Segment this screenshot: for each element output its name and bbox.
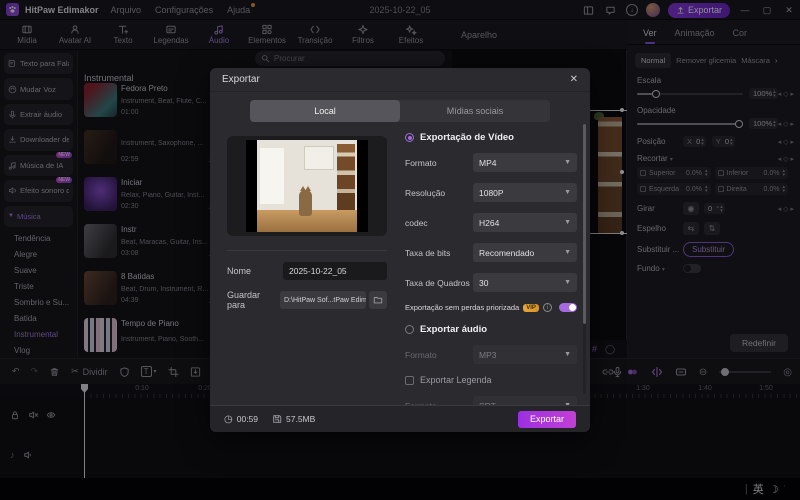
taxa-bits-select[interactable]: Recomendado ▼ [473,243,577,262]
resolucao-select[interactable]: 1080P ▼ [473,183,577,202]
dialog-scrollbar[interactable] [583,124,586,394]
export-target-tabs: Local Mídias sociais [250,100,550,122]
export-confirm-button[interactable]: Exportar [518,410,576,428]
guardar-para-label: Guardar para [227,290,261,310]
app-window: HitPaw Edimakor Arquivo Configurações Aj… [0,0,800,500]
chevron-down-icon: ▼ [564,219,571,226]
tab-local[interactable]: Local [250,100,400,122]
export-preview-thumbnail [227,136,387,236]
taxa-bits-label: Taxa de bits [405,247,451,258]
save-path-field[interactable]: D:\HitPaw Sof...tPaw Edimakor [280,291,366,309]
codec-label: codec [405,217,428,228]
video-export-label: Exportação de Vídeo [420,132,514,143]
audio-formato-select[interactable]: MP3 ▼ [473,345,577,364]
video-export-radio[interactable] [405,133,414,142]
export-duration: ◷ 00:59 [224,413,259,425]
chevron-down-icon: ▼ [564,159,571,166]
disk-icon [273,415,282,423]
audio-formato-label: Formato [405,349,437,360]
clock-icon: ◷ [224,413,233,425]
audio-export-label: Exportar áudio [420,324,488,335]
vip-badge: VIP [523,303,539,312]
codec-select[interactable]: H264 ▼ [473,213,577,232]
folder-icon [373,297,383,304]
info-icon[interactable]: i [542,303,552,312]
chevron-down-icon: ▼ [564,189,571,196]
dialog-title: Exportar [222,74,260,85]
chevron-down-icon: ▼ [564,279,571,286]
taxa-quadros-select[interactable]: 30 ▼ [473,273,577,292]
cat-subject [299,186,312,216]
dialog-close-icon[interactable]: ✕ [570,74,578,85]
legend-label: Exportar Legenda [420,375,492,385]
nome-label: Nome [227,266,252,276]
audio-export-radio[interactable] [405,325,414,334]
chevron-down-icon: ▼ [564,249,571,256]
lossless-toggle[interactable] [559,303,577,312]
video-frame-preview [246,140,368,232]
export-filesize: 57.5MB [272,414,315,424]
legend-checkbox[interactable] [405,375,414,385]
formato-label: Formato [405,157,437,168]
resolucao-label: Resolução [405,187,446,198]
taxa-quadros-label: Taxa de Quadros [405,277,470,288]
filename-input[interactable]: 2025-10-22_05 [283,262,387,280]
formato-select[interactable]: MP4 ▼ [473,153,577,172]
export-dialog: Exportar ✕ Local Mídias sociais Nome 202… [210,68,590,432]
lossless-label: Exportação sem perdas priorizada [405,303,520,312]
chevron-down-icon: ▼ [564,351,571,358]
tab-midias-sociais[interactable]: Mídias sociais [400,100,550,122]
browse-folder-button[interactable] [369,291,387,309]
